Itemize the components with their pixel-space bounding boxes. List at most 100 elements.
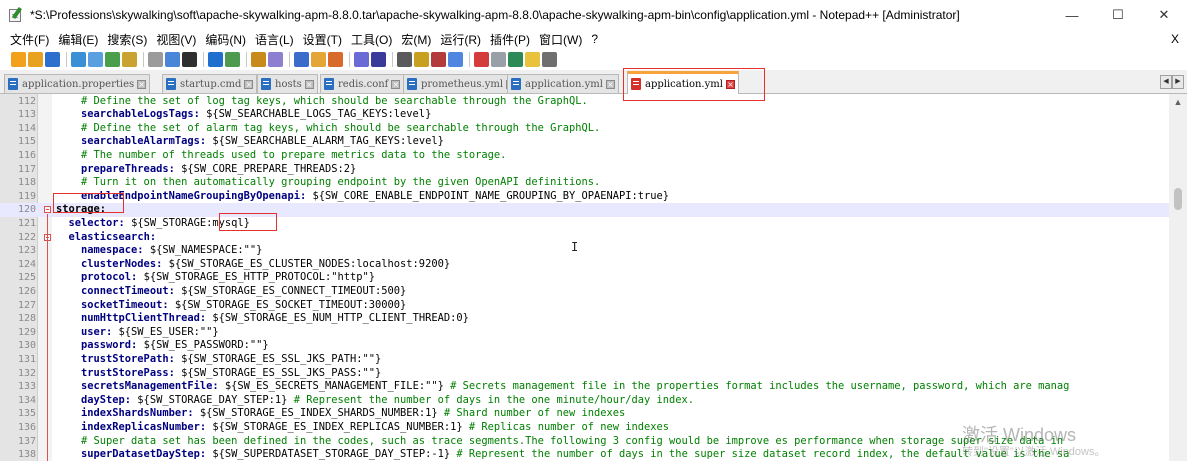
code-line[interactable]: 126 connectTimeout: ${SW_STORAGE_ES_CONNE… (0, 285, 1169, 299)
code-key: searchableAlarmTags: (81, 135, 207, 148)
code-line[interactable]: 113 searchableLogsTags: ${SW_SEARCHABLE_L… (0, 108, 1169, 122)
maximize-button[interactable]: ☐ (1095, 0, 1141, 30)
code-line[interactable]: 116 # The number of threads used to prepa… (0, 149, 1169, 163)
code-line[interactable]: 133 secretsManagementFile: ${SW_ES_SECRET… (0, 380, 1169, 394)
menu-item[interactable]: 宏(M) (401, 31, 431, 48)
toolbar-button-icon[interactable] (311, 52, 326, 67)
toolbar-button-icon[interactable] (294, 52, 309, 67)
code-line[interactable]: 132 trustStorePass: ${SW_STORAGE_ES_SSL_J… (0, 367, 1169, 381)
toolbar-button-icon[interactable] (542, 52, 557, 67)
toolbar-button-icon[interactable] (71, 52, 86, 67)
toolbar-button-icon[interactable] (371, 52, 386, 67)
code-line[interactable]: 125 protocol: ${SW_STORAGE_ES_HTTP_PROTOC… (0, 271, 1169, 285)
tab-startup-cmd[interactable]: startup.cmd × (162, 74, 258, 93)
toolbar-button-icon[interactable] (268, 52, 283, 67)
scrollbar-thumb[interactable] (1174, 188, 1182, 210)
toolbar-button-icon[interactable] (208, 52, 223, 67)
toolbar-button-icon[interactable] (414, 52, 429, 67)
code-line[interactable]: 112 # Define the set of log tag keys, whi… (0, 95, 1169, 109)
tab-close-icon[interactable]: × (391, 79, 401, 89)
tab-redis-conf[interactable]: redis.conf × (320, 74, 405, 93)
menu-item[interactable]: 编辑(E) (58, 31, 98, 48)
code-line[interactable]: 114 # Define the set of alarm tag keys, w… (0, 122, 1169, 136)
toolbar-button-icon[interactable] (148, 52, 163, 67)
tab-scroll-left-icon[interactable]: ◀ (1160, 75, 1172, 89)
code-line[interactable]: 119 enableEndpointNameGroupingByOpenapi: … (0, 190, 1169, 204)
tab-hosts[interactable]: hosts × (257, 74, 318, 93)
toolbar-button-icon[interactable] (474, 52, 489, 67)
tab-application-yml[interactable]: application.yml × (627, 71, 739, 94)
tab-application-properties[interactable]: application.properties × (4, 74, 151, 93)
tab-close-icon[interactable]: × (304, 79, 314, 89)
menu-item[interactable]: 设置(T) (303, 31, 342, 48)
minimize-button[interactable]: — (1049, 0, 1095, 30)
saved-file-icon (8, 78, 18, 90)
menu-item[interactable]: 插件(P) (490, 31, 530, 48)
code-area[interactable]: 112 # Define the set of log tag keys, whi… (0, 94, 1169, 461)
menu-item[interactable]: 语言(L) (255, 31, 294, 48)
code-line[interactable]: 124 clusterNodes: ${SW_STORAGE_ES_CLUSTER… (0, 258, 1169, 272)
tab-close-icon[interactable]: × (725, 79, 735, 89)
toolbar-button-icon[interactable] (525, 52, 540, 67)
code-line[interactable]: 129 user: ${SW_ES_USER:""} (0, 326, 1169, 340)
toolbar-button-icon[interactable] (431, 52, 446, 67)
tab-scroll-right-icon[interactable]: ▶ (1172, 75, 1184, 89)
code-line[interactable]: 121 selector: ${SW_STORAGE:mysql} (0, 217, 1169, 231)
toolbar-button-icon[interactable] (28, 52, 43, 67)
toolbar-button-icon[interactable] (165, 52, 180, 67)
activation-watermark-subtitle: 转到"设置"以激活 Windows。 (962, 446, 1106, 458)
code-line[interactable]: 118 # Turn it on then automatically group… (0, 176, 1169, 190)
code-line[interactable]: 127 socketTimeout: ${SW_STORAGE_ES_SOCKET… (0, 299, 1169, 313)
toolbar-button-icon[interactable] (88, 52, 103, 67)
toolbar-button-icon[interactable] (491, 52, 506, 67)
tab-application-yml[interactable]: application.yml × (507, 74, 619, 93)
code-line[interactable]: 115 searchableAlarmTags: ${SW_SEARCHABLE_… (0, 135, 1169, 149)
toolbar-button-icon[interactable] (448, 52, 463, 67)
code-line[interactable]: 117 prepareThreads: ${SW_CORE_PREPARE_THR… (0, 163, 1169, 177)
notepadpp-app-icon[interactable] (8, 6, 24, 23)
toolbar-button-icon[interactable] (251, 52, 266, 67)
code-line[interactable]: 134 dayStep: ${SW_STORAGE_DAY_STEP:1} # R… (0, 394, 1169, 408)
toolbar-separator (289, 52, 290, 67)
vertical-scrollbar[interactable]: ▲ (1169, 94, 1187, 461)
code-line[interactable]: 123 namespace: ${SW_NAMESPACE:""} (0, 244, 1169, 258)
toolbar-button-icon[interactable] (122, 52, 137, 67)
menu-item[interactable]: 运行(R) (440, 31, 481, 48)
toolbar-button-icon[interactable] (508, 52, 523, 67)
code-line[interactable]: 130 password: ${SW_ES_PASSWORD:""} (0, 339, 1169, 353)
close-document-button[interactable]: X (1171, 30, 1179, 48)
fold-toggle-icon[interactable] (44, 206, 51, 214)
menu-item[interactable]: 搜索(S) (107, 31, 147, 48)
toolbar-button-icon[interactable] (11, 52, 26, 67)
code-line[interactable]: 128 numHttpClientThread: ${SW_STORAGE_ES_… (0, 312, 1169, 326)
code-line[interactable]: 120 storage: (0, 203, 1169, 217)
code-comment: # Replicas number of new indexes (468, 421, 670, 433)
line-number: 124 (17, 258, 36, 270)
close-window-button[interactable]: ✕ (1141, 0, 1187, 30)
menu-item[interactable]: 工具(O) (351, 31, 392, 48)
line-number: 117 (17, 163, 36, 175)
code-value: ${SW_SEARCHABLE_ALARM_TAG_KEYS:level} (206, 135, 444, 148)
menu-item[interactable]: 文件(F) (10, 31, 49, 48)
code-line[interactable]: 122 elasticsearch: (0, 231, 1169, 245)
toolbar-button-icon[interactable] (397, 52, 412, 67)
tab-prometheus-yml[interactable]: prometheus.yml× (403, 74, 520, 93)
scroll-up-icon[interactable]: ▲ (1169, 94, 1187, 110)
toolbar-button-icon[interactable] (328, 52, 343, 67)
code-line[interactable]: 135 indexShardsNumber: ${SW_STORAGE_ES_IN… (0, 407, 1169, 421)
toolbar-button-icon[interactable] (105, 52, 120, 67)
toolbar-button-icon[interactable] (225, 52, 240, 67)
code-line[interactable]: 131 trustStorePath: ${SW_STORAGE_ES_SSL_J… (0, 353, 1169, 367)
tab-close-icon[interactable]: × (137, 79, 147, 89)
toolbar-button-icon[interactable] (182, 52, 197, 67)
tab-close-icon[interactable]: × (244, 79, 254, 89)
menu-item[interactable]: 编码(N) (205, 31, 246, 48)
menu-item[interactable]: ? (591, 32, 598, 46)
menu-item[interactable]: 窗口(W) (539, 31, 582, 48)
toolbar-button-icon[interactable] (45, 52, 60, 67)
toolbar-button-icon[interactable] (354, 52, 369, 67)
code-text: storage: (56, 203, 106, 217)
editor[interactable]: 112 # Define the set of log tag keys, whi… (0, 94, 1187, 461)
tab-close-icon[interactable]: × (605, 79, 615, 89)
menu-item[interactable]: 视图(V) (156, 31, 196, 48)
